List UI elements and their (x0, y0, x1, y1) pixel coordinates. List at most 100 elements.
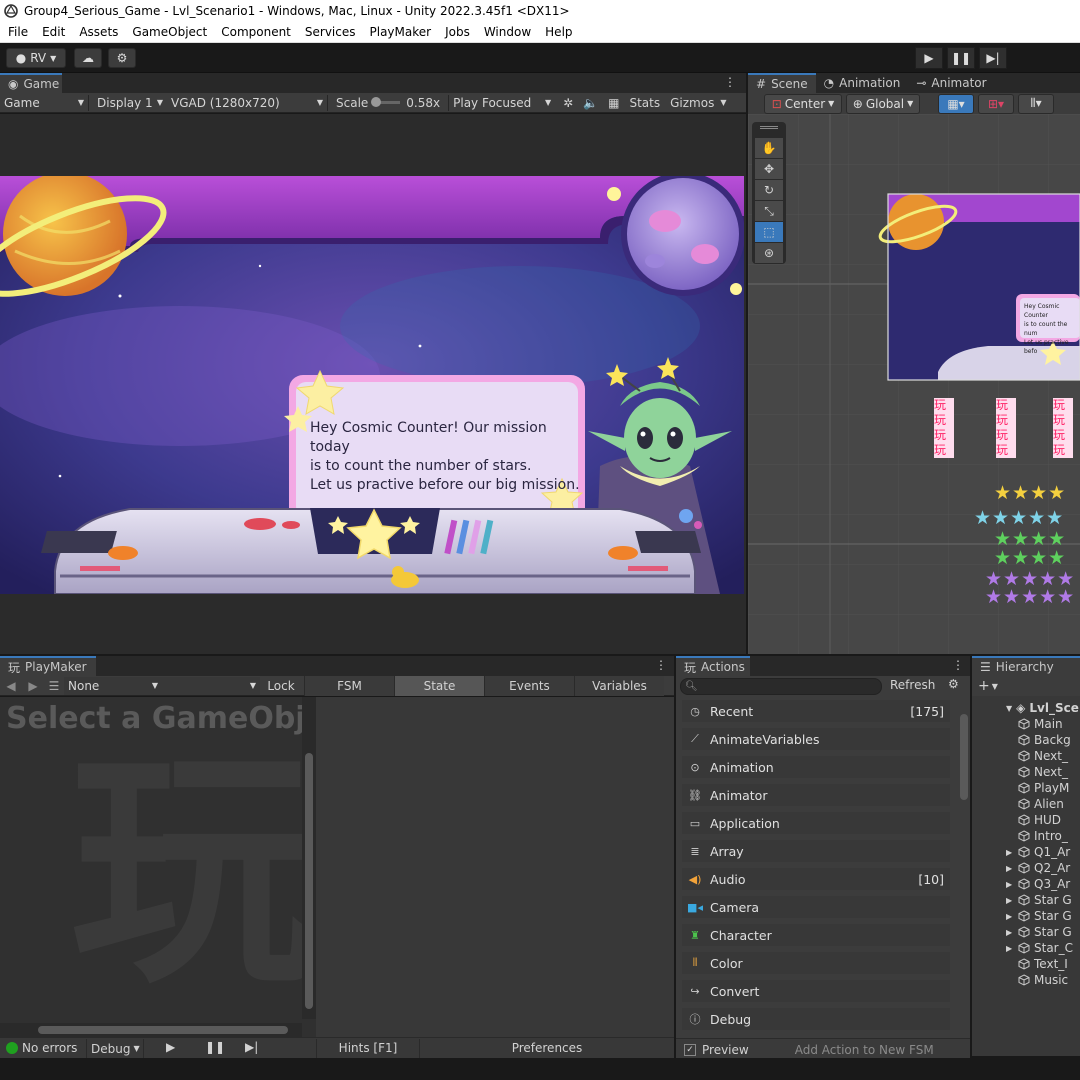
tab-scene[interactable]: # Scene (748, 73, 816, 93)
chevron-down-icon[interactable]: ▼ (992, 682, 998, 691)
scale-tool-icon[interactable]: ⤡ (755, 201, 783, 221)
forward-arrow-icon[interactable]: ▶ (22, 679, 44, 693)
expand-arrow-icon[interactable]: ▼ (1006, 704, 1012, 713)
pivot-dropdown[interactable]: ⊡ Center ▼ (764, 93, 842, 114)
hierarchy-item[interactable]: HUD (972, 812, 1080, 828)
rotate-tool-icon[interactable]: ↻ (755, 180, 783, 200)
stats-button[interactable]: Stats (629, 96, 660, 110)
account-button[interactable]: ● RV ▼ (6, 48, 66, 68)
grid-icon[interactable]: ▦ (608, 96, 619, 110)
menu-playmaker[interactable]: PlayMaker (370, 25, 432, 39)
menu-edit[interactable]: Edit (42, 25, 65, 39)
action-category-debug[interactable]: ⓘ Debug (682, 1008, 950, 1030)
increment-snap-button[interactable]: ⊞▾ (978, 93, 1014, 114)
menu-component[interactable]: Component (221, 25, 291, 39)
menu-help[interactable]: Help (545, 25, 572, 39)
chevron-down-icon[interactable]: ▼ (720, 98, 726, 107)
preferences-button[interactable]: Preferences (420, 1039, 674, 1058)
space-dropdown[interactable]: ⊕ Global ▼ (846, 93, 920, 114)
hierarchy-item[interactable]: ▶ Q3_Ar (972, 876, 1080, 892)
refresh-button[interactable]: Refresh (890, 678, 935, 692)
tab-fsm[interactable]: FSM (304, 675, 394, 696)
hierarchy-item[interactable]: Text_I (972, 956, 1080, 972)
action-category-recent[interactable]: ◷ Recent [175] (682, 700, 950, 722)
error-status[interactable]: No errors (6, 1041, 77, 1055)
hand-tool-icon[interactable]: ✋ (755, 138, 783, 158)
hierarchy-item[interactable]: ▶ Star G (972, 908, 1080, 924)
tab-actions[interactable]: 玩 Actions (676, 656, 750, 676)
pause-icon[interactable]: ❚❚ (205, 1040, 225, 1054)
rect-tool-icon[interactable]: ⬚ (755, 222, 783, 242)
more-options-icon[interactable]: ⋮ (655, 658, 667, 672)
hierarchy-item[interactable]: PlayM (972, 780, 1080, 796)
more-options-icon[interactable]: ⋮ (724, 75, 736, 89)
hints-button[interactable]: Hints [F1] (316, 1039, 420, 1058)
tab-hierarchy[interactable]: ☰ Hierarchy (972, 656, 1080, 676)
hierarchy-item[interactable]: Intro_ (972, 828, 1080, 844)
game-canvas[interactable]: Hey Cosmic Counter! Our mission today is… (0, 176, 744, 594)
fsm-selector[interactable]: ▼ (162, 676, 260, 695)
hierarchy-item[interactable]: ▶ Q1_Ar (972, 844, 1080, 860)
more-options-icon[interactable]: ⋮ (952, 658, 964, 672)
playmaker-icon[interactable]: 玩玩玩玩 (1053, 398, 1073, 458)
action-category-animator[interactable]: ⛓ Animator (682, 784, 950, 806)
menu-file[interactable]: File (8, 25, 28, 39)
playmaker-icon[interactable]: 玩玩玩玩 (996, 398, 1016, 458)
actions-scrollbar[interactable] (958, 700, 970, 1028)
scale-slider[interactable] (371, 97, 401, 107)
scrollbar-thumb[interactable] (38, 1026, 288, 1034)
play-focus-dropdown[interactable]: Play Focused ▼ (449, 94, 555, 112)
grid-snap-button[interactable]: ▦▾ (938, 93, 974, 114)
menu-gameobject[interactable]: GameObject (132, 25, 207, 39)
preview-checkbox[interactable]: ✓ (684, 1043, 696, 1056)
action-category-array[interactable]: ≣ Array (682, 840, 950, 862)
menu-services[interactable]: Services (305, 25, 356, 39)
hierarchy-item[interactable]: ▶ Q2_Ar (972, 860, 1080, 876)
expand-arrow-icon[interactable]: ▶ (1006, 880, 1018, 889)
lock-button[interactable]: Lock (260, 679, 302, 693)
tab-animator[interactable]: ⊸ Animator (908, 73, 994, 93)
action-category-convert[interactable]: ↪ Convert (682, 980, 950, 1002)
move-tool-icon[interactable]: ✥ (755, 159, 783, 179)
menu-jobs[interactable]: Jobs (445, 25, 470, 39)
align-button[interactable]: ⦀▾ (1018, 93, 1054, 114)
add-action-button[interactable]: Add Action to New FSM (795, 1043, 934, 1057)
menu-assets[interactable]: Assets (79, 25, 118, 39)
step-button[interactable]: ▶| (979, 47, 1007, 69)
transform-tool-icon[interactable]: ⊛ (755, 243, 783, 263)
hierarchy-item[interactable]: Next_ (972, 764, 1080, 780)
menu-window[interactable]: Window (484, 25, 531, 39)
action-category-animation[interactable]: ⊙ Animation (682, 756, 950, 778)
hierarchy-scene-root[interactable]: ▼ ◈ Lvl_Sce (972, 700, 1080, 716)
tab-game[interactable]: ◉ Game (0, 73, 62, 93)
hierarchy-item[interactable]: Main (972, 716, 1080, 732)
hierarchy-item[interactable]: ▶ Star G (972, 924, 1080, 940)
play-icon[interactable]: ▶ (166, 1040, 175, 1054)
menu-icon[interactable]: ☰ (44, 679, 64, 693)
fsm-graph-view[interactable]: 玩 Select a GameObjec (0, 697, 316, 1037)
gizmos-button[interactable]: Gizmos (670, 96, 714, 110)
debug-dropdown[interactable]: Debug ▼ (86, 1039, 144, 1058)
gameobject-selector[interactable]: None ▼ (64, 676, 162, 695)
vertical-scrollbar[interactable] (302, 697, 316, 1019)
slider-thumb[interactable] (371, 97, 382, 107)
game-mode-dropdown[interactable]: Game ▼ (0, 94, 88, 112)
hierarchy-item[interactable]: Next_ (972, 748, 1080, 764)
tab-playmaker[interactable]: 玩 PlayMaker (0, 656, 96, 676)
playmaker-icon[interactable]: 玩玩玩玩 (934, 398, 954, 458)
add-icon[interactable]: + (978, 678, 990, 694)
pause-button[interactable]: ❚❚ (947, 47, 975, 69)
cloud-button[interactable]: ☁ (74, 48, 102, 68)
action-search-input[interactable]: 🔍︎ (680, 678, 882, 695)
expand-arrow-icon[interactable]: ▶ (1006, 864, 1018, 873)
expand-arrow-icon[interactable]: ▶ (1006, 928, 1018, 937)
drag-handle-icon[interactable] (760, 126, 778, 129)
expand-arrow-icon[interactable]: ▶ (1006, 912, 1018, 921)
horizontal-scrollbar[interactable] (0, 1023, 302, 1037)
hierarchy-item[interactable]: ▶ Star_C (972, 940, 1080, 956)
step-icon[interactable]: ▶| (245, 1040, 258, 1054)
action-category-camera[interactable]: ■◂ Camera (682, 896, 950, 918)
hierarchy-item[interactable]: Alien (972, 796, 1080, 812)
action-category-animatevariables[interactable]: ⟋ AnimateVariables (682, 728, 950, 750)
audio-mute-icon[interactable]: 🔈 (583, 96, 598, 110)
